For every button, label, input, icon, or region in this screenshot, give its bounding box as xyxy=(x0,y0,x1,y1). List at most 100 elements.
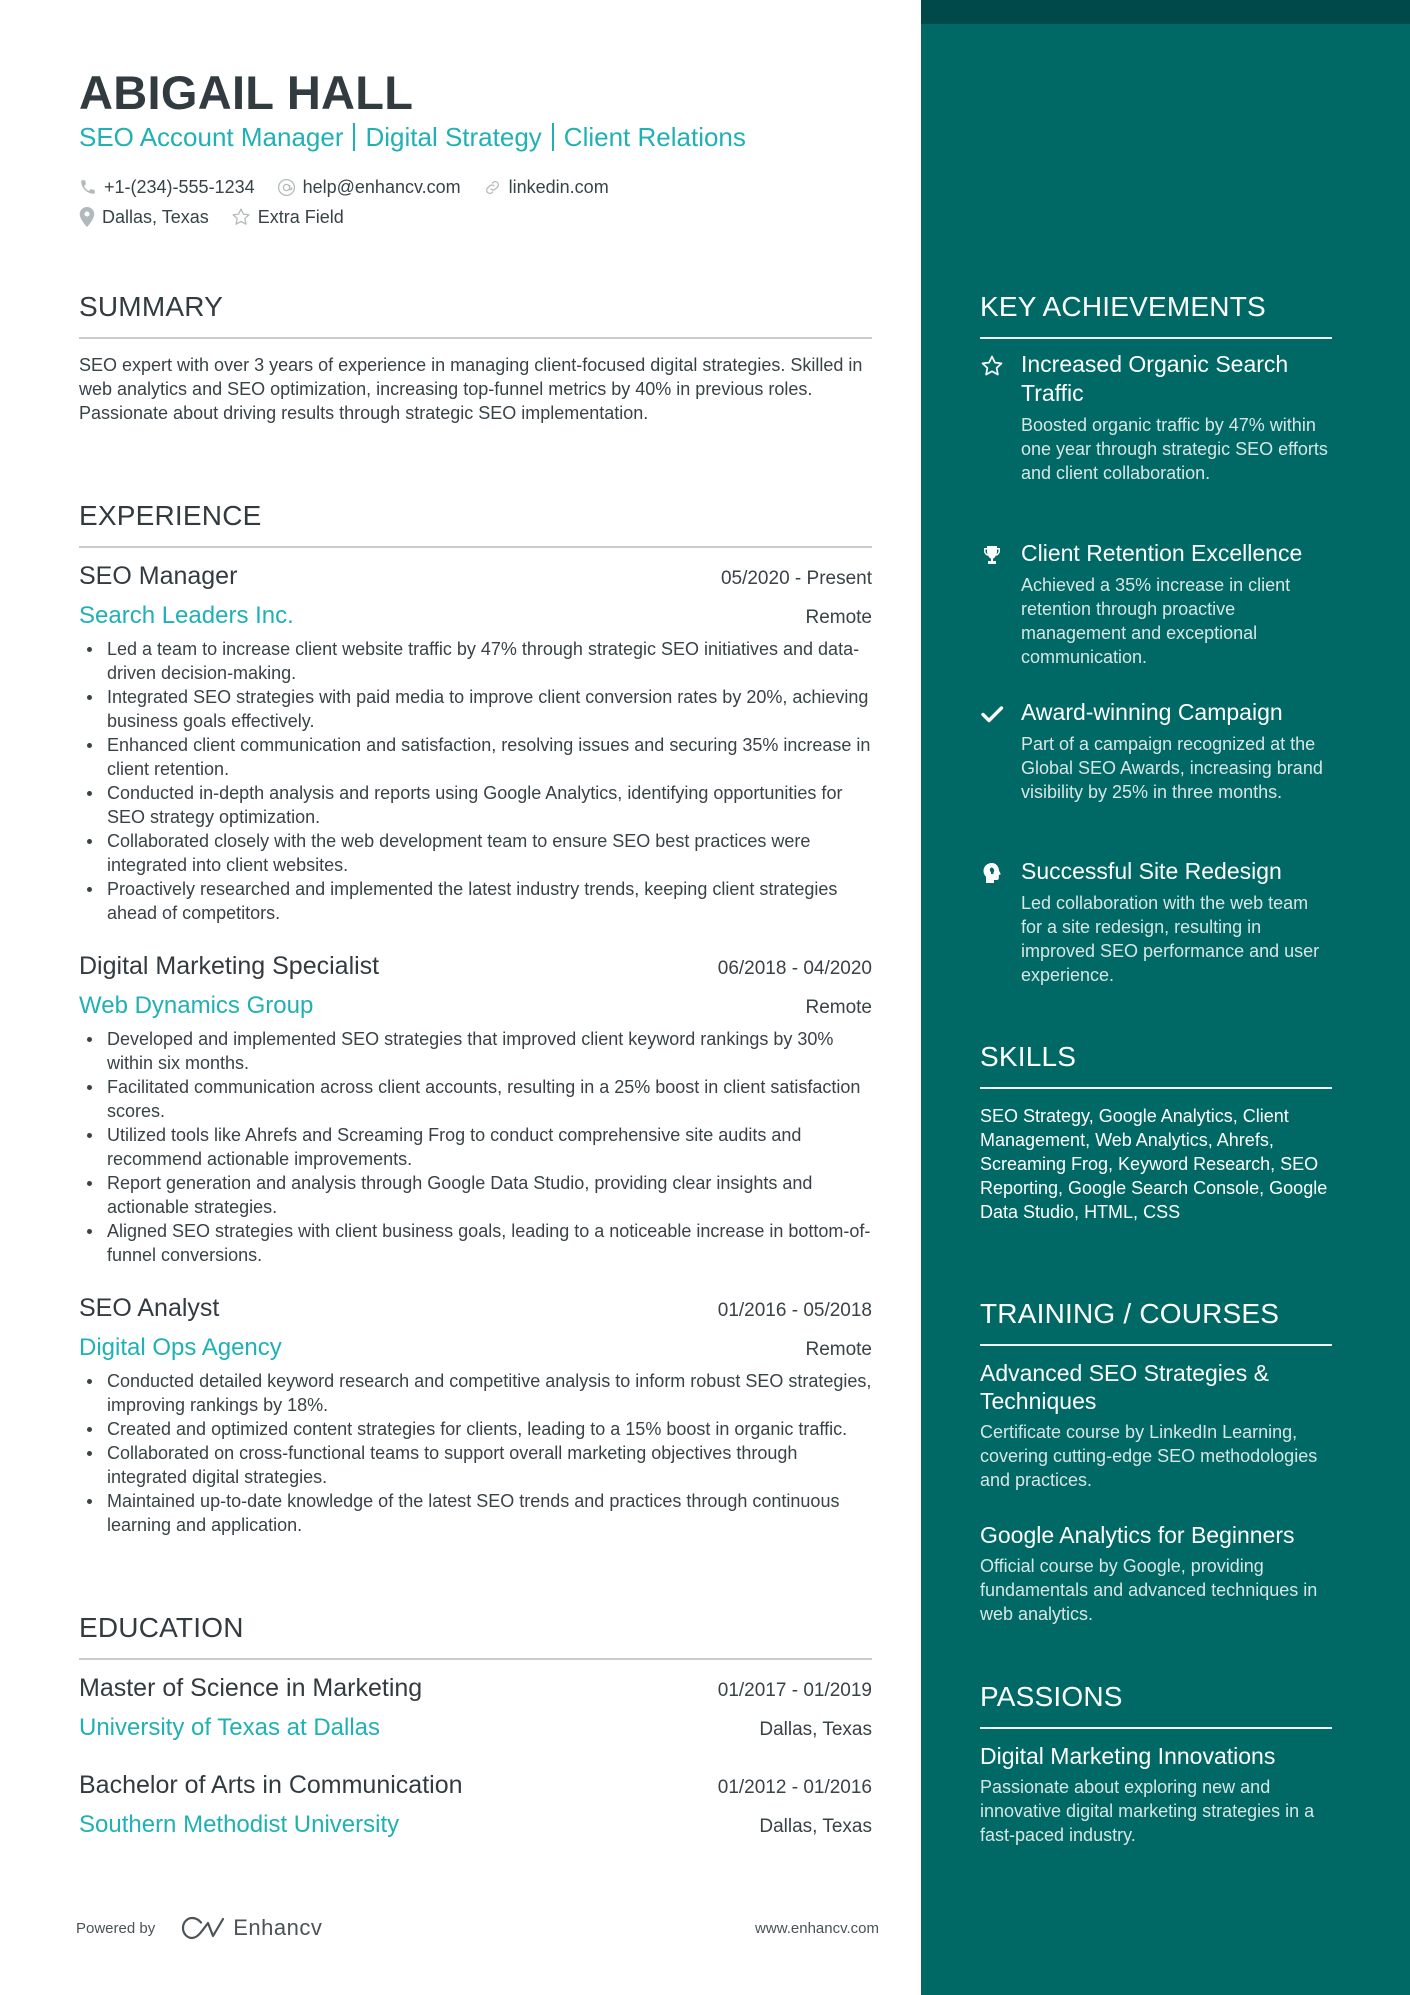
footer: Powered by Enhancv www.enhancv.com xyxy=(76,1915,879,1941)
job-title: SEO Manager xyxy=(79,562,238,590)
achievement-title: Increased Organic Search Traffic xyxy=(1021,351,1289,406)
achievement-item: Client Retention Excellence Achieved a 3… xyxy=(980,539,1332,669)
education-section: EDUCATION xyxy=(79,1611,872,1660)
school-name: Southern Methodist University xyxy=(79,1811,400,1838)
candidate-headline: SEO Account Manager Digital Strategy Clien… xyxy=(79,121,746,153)
head-idea-icon xyxy=(983,863,1001,883)
course-item: Google Analytics for Beginners Official … xyxy=(980,1521,1332,1626)
bullet-item: Conducted in-depth analysis and reports … xyxy=(79,781,872,829)
location-pin-icon xyxy=(79,207,95,227)
bullet-item: Aligned SEO strategies with client busin… xyxy=(79,1219,872,1267)
achievement-item: Successful Site Redesign Led collaborati… xyxy=(980,857,1332,987)
school-name: University of Texas at Dallas xyxy=(79,1714,381,1741)
candidate-name: ABIGAIL HALL xyxy=(79,66,414,119)
link-icon xyxy=(485,180,499,194)
company-name: Digital Ops Agency xyxy=(79,1334,282,1361)
resume-sidebar: KEY ACHIEVEMENTS Increased Organic Searc… xyxy=(921,0,1410,1995)
linkedin-url: linkedin.com xyxy=(508,177,609,197)
degree-title: Bachelor of Arts in Communication xyxy=(79,1771,463,1799)
star-icon xyxy=(981,355,1003,376)
powered-by-label: Powered by xyxy=(76,1919,156,1937)
bullet-item: Led a team to increase client website tr… xyxy=(79,637,872,685)
achievement-description: Led collaboration with the web team for … xyxy=(1021,893,1320,985)
experience-entry: SEO Analyst 01/2016 - 05/2018 Digital Op… xyxy=(79,1293,872,1537)
at-icon xyxy=(277,178,295,196)
experience-entry: SEO Manager 05/2020 - Present Search Lea… xyxy=(79,561,872,925)
contact-email[interactable]: help@enhancv.com xyxy=(277,175,461,199)
location-text: Dallas, Texas xyxy=(102,207,209,227)
sidebar-top-band xyxy=(921,0,1410,24)
passion-item: Digital Marketing Innovations Passionate… xyxy=(980,1742,1332,1847)
education-entry: Master of Science in Marketing 01/2017 -… xyxy=(79,1673,872,1743)
section-heading: PASSIONS xyxy=(980,1681,1123,1712)
job-title: SEO Analyst xyxy=(79,1294,220,1322)
achievement-description: Part of a campaign recognized at the Glo… xyxy=(1021,734,1323,802)
headline-part: Client Relations xyxy=(563,122,746,152)
school-location: Dallas, Texas xyxy=(759,1719,872,1740)
skills-section: SKILLS SEO Strategy, Google Analytics, C… xyxy=(980,1040,1332,1224)
headline-separator xyxy=(353,123,356,151)
bullet-item: Integrated SEO strategies with paid medi… xyxy=(79,685,872,733)
section-divider xyxy=(79,1658,872,1660)
achievement-description: Boosted organic traffic by 47% within on… xyxy=(1021,415,1328,483)
powered-by: Powered by Enhancv xyxy=(76,1915,322,1941)
phone-icon xyxy=(81,180,95,194)
section-heading: SUMMARY xyxy=(79,291,224,322)
education-dates: 01/2017 - 01/2019 xyxy=(717,1680,872,1701)
checkmark-icon xyxy=(981,706,1004,723)
achievement-title: Client Retention Excellence xyxy=(1021,540,1303,566)
bullet-item: Enhanced client communication and satisf… xyxy=(79,733,872,781)
headline-part: Digital Strategy xyxy=(365,122,542,152)
passion-title: Digital Marketing Innovations xyxy=(980,1743,1276,1769)
contact-phone[interactable]: +1-(234)-555-1234 xyxy=(79,175,255,199)
job-dates: 05/2020 - Present xyxy=(720,568,872,589)
job-dates: 01/2016 - 05/2018 xyxy=(717,1300,872,1321)
company-name: Search Leaders Inc. xyxy=(79,602,294,629)
degree-title: Master of Science in Marketing xyxy=(79,1674,423,1702)
job-dates: 06/2018 - 04/2020 xyxy=(717,958,872,979)
trophy-icon xyxy=(984,546,1000,564)
contact-location: Dallas, Texas xyxy=(79,205,209,229)
passion-description: Passionate about exploring new and innov… xyxy=(980,1777,1315,1845)
bullet-item: Facilitated communication across client … xyxy=(79,1075,872,1123)
bullet-item: Maintained up-to-date knowledge of the l… xyxy=(79,1489,872,1537)
job-bullets: Led a team to increase client website tr… xyxy=(79,637,872,925)
contact-linkedin[interactable]: linkedin.com xyxy=(483,175,609,199)
bullet-item: Report generation and analysis through G… xyxy=(79,1171,872,1219)
achievement-description: Achieved a 35% increase in client retent… xyxy=(1021,575,1291,667)
bullet-item: Conducted detailed keyword research and … xyxy=(79,1369,872,1417)
section-divider xyxy=(980,1087,1332,1089)
section-heading: EDUCATION xyxy=(79,1612,244,1643)
email-address: help@enhancv.com xyxy=(302,177,461,197)
achievements-section: KEY ACHIEVEMENTS Increased Organic Searc… xyxy=(980,290,1332,985)
contact-info: +1-(234)-555-1234 help@enhancv.com linke… xyxy=(79,172,631,232)
section-divider xyxy=(980,337,1332,339)
job-title: Digital Marketing Specialist xyxy=(79,952,380,980)
course-item: Advanced SEO Strategies & Techniques Cer… xyxy=(980,1359,1332,1492)
enhancv-logo[interactable]: Enhancv xyxy=(181,1915,322,1941)
achievement-title: Successful Site Redesign xyxy=(1021,858,1282,884)
company-name: Web Dynamics Group xyxy=(79,992,314,1019)
section-heading: KEY ACHIEVEMENTS xyxy=(980,291,1266,322)
extra-field-text: Extra Field xyxy=(257,207,344,227)
education-entry: Bachelor of Arts in Communication 01/201… xyxy=(79,1770,872,1840)
achievement-title: Award-winning Campaign xyxy=(1021,699,1283,725)
passions-section: PASSIONS Digital Marketing Innovations P… xyxy=(980,1680,1332,1845)
website-link[interactable]: www.enhancv.com xyxy=(755,1920,879,1937)
section-heading: SKILLS xyxy=(980,1041,1077,1072)
section-divider xyxy=(980,1344,1332,1346)
enhancv-logo-icon xyxy=(182,1916,225,1940)
job-location: Remote xyxy=(805,607,872,628)
school-location: Dallas, Texas xyxy=(759,1816,872,1837)
bullet-item: Proactively researched and implemented t… xyxy=(79,877,872,925)
phone-number: +1-(234)-555-1234 xyxy=(104,177,255,197)
headline-separator xyxy=(551,123,554,151)
headline-part: SEO Account Manager xyxy=(79,122,344,152)
course-description: Official course by Google, providing fun… xyxy=(980,1556,1318,1624)
bullet-item: Collaborated closely with the web develo… xyxy=(79,829,872,877)
experience-entry: Digital Marketing Specialist 06/2018 - 0… xyxy=(79,951,872,1267)
contact-extra-field: Extra Field xyxy=(231,205,344,229)
bullet-item: Utilized tools like Ahrefs and Screaming… xyxy=(79,1123,872,1171)
bullet-item: Developed and implemented SEO strategies… xyxy=(79,1027,872,1075)
course-title: Google Analytics for Beginners xyxy=(980,1522,1295,1548)
